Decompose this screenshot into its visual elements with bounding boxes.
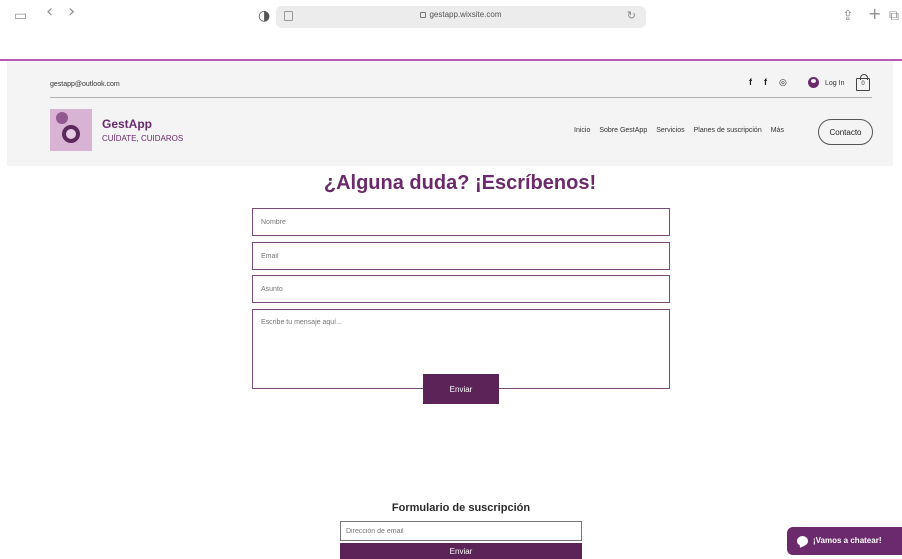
share-icon[interactable]: ⇪ [842,8,854,24]
subscription-email-field[interactable] [340,521,582,541]
main-nav: Inicio Sobre GestApp Servicios Planes de su… [574,127,793,134]
send-button[interactable]: Enviar [423,374,499,404]
nav-item-sobre-gestapp[interactable]: Sobre GestApp [599,127,647,134]
subscription-send-button[interactable]: Enviar [340,543,582,559]
brand-logo[interactable] [50,109,92,151]
chat-button[interactable]: ¡Vamos a chatear! [787,527,902,555]
forward-icon[interactable]: › [68,3,75,21]
nav-item-mas[interactable]: Más [771,127,784,134]
shield-icon[interactable]: ◑ [258,8,270,24]
lock-icon [420,12,427,18]
url-text: gestapp.wixsite.com [429,10,502,19]
login-link[interactable]: Log In [825,80,844,87]
chat-label: ¡Vamos a chatear! [813,536,882,545]
url-display[interactable]: gestapp.wixsite.com [276,10,646,19]
subscription-title: Formulario de suscripción [391,502,531,514]
header-email[interactable]: gestapp@outlook.com [50,81,120,88]
contact-form-title: ¿Alguna duda? ¡Escríbenos! [323,172,597,194]
subject-field[interactable] [252,275,670,303]
header-divider [50,97,872,98]
contact-button[interactable]: Contacto [818,119,873,145]
facebook-icon-2[interactable]: f [764,77,767,87]
email-field[interactable] [252,242,670,270]
instagram-icon[interactable]: ◎ [779,77,787,88]
facebook-icon[interactable]: f [749,77,752,87]
reload-icon[interactable]: ↻ [627,9,636,22]
user-avatar-icon[interactable] [808,77,819,88]
cart-icon[interactable]: 0 [856,74,870,91]
chat-bubble-icon [797,536,808,546]
browser-toolbar: ▭ ‹ › ◑ gestapp.wixsite.com ↻ ⇪ + ⧉ [0,0,902,34]
brand-tagline: CUÍDATE, CUIDAROS [102,134,184,143]
name-field[interactable] [252,208,670,236]
nav-item-planes[interactable]: Planes de suscripción [694,127,762,134]
site-header: gestapp@outlook.com f f ◎ Log In 0 GestA… [7,61,893,166]
back-icon[interactable]: ‹ [46,3,53,21]
new-tab-icon[interactable]: + [868,6,881,22]
sidebar-icon[interactable]: ▭ [14,8,27,24]
brand-name[interactable]: GestApp [102,117,152,131]
nav-item-inicio[interactable]: Inicio [574,127,590,134]
tabs-overview-icon[interactable]: ⧉ [889,8,899,24]
address-bar[interactable]: gestapp.wixsite.com ↻ [276,6,646,28]
nav-item-servicios[interactable]: Servicios [656,127,684,134]
